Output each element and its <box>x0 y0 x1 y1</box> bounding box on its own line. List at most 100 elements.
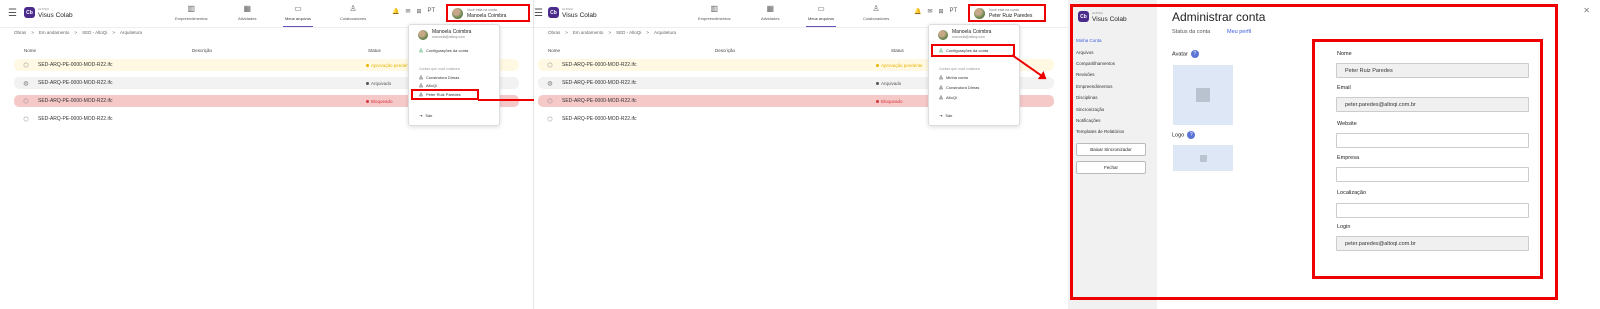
account-dropdown: Manoela Coimbra manoela@altoqi.com ⁂ Conf… <box>928 24 1020 126</box>
building-icon: ▥ <box>187 4 196 13</box>
account-settings-item[interactable]: ⁂ Configurações da conta <box>931 44 1015 57</box>
file-name: SED-ARQ-PE-0000-MOD-R22.ifc <box>38 62 113 68</box>
account-name: Peter Ruiz Paredes <box>989 13 1033 19</box>
crumb-obras[interactable]: Obras <box>14 30 26 35</box>
logo-mark: Cb <box>24 7 35 18</box>
crumb-project[interactable]: SED - AltoQi <box>616 30 641 35</box>
app-logo[interactable]: Cb ALTOQI Visus Colab <box>24 6 73 19</box>
calendar-icon: ▦ <box>766 4 775 13</box>
folder-icon: ▭ <box>294 4 302 13</box>
annotation-frame <box>1312 39 1543 279</box>
status-badge: Aprovação pendente <box>876 63 923 68</box>
account-icon: ⁂ <box>419 92 423 97</box>
bell-icon[interactable]: 🔔 <box>392 8 399 15</box>
model-file-icon: ⬡ <box>23 98 29 105</box>
calendar-icon: ▦ <box>243 4 252 13</box>
users-icon: ♙ <box>872 4 880 13</box>
logout-icon: ⇥ <box>419 113 423 118</box>
logo-name: Visus Colab <box>562 12 597 19</box>
screen-step-1: ☰ Cb ALTOQI Visus Colab ▥ Empreendimentos… <box>0 0 534 309</box>
logo-name: Visus Colab <box>38 12 73 19</box>
language-selector[interactable]: PT <box>950 8 958 15</box>
settings-icon: ⁂ <box>939 48 943 53</box>
user-email: manoela@altoqi.com <box>952 35 985 39</box>
col-name[interactable]: Nome <box>24 48 36 53</box>
col-desc[interactable]: Descrição <box>192 48 212 53</box>
account-name: Manoela Coimbra <box>467 13 507 19</box>
crumb-arquitetura[interactable]: Arquitetura <box>120 30 142 35</box>
breadcrumb: Obras > Em andamento > SED - AltoQi > Ar… <box>548 30 676 35</box>
nav-empreendimentos[interactable]: ▥ Empreendimentos <box>698 4 730 21</box>
status-badge: Bloqueado <box>876 99 903 104</box>
nav-empreendimentos[interactable]: ▥ Empreendimentos <box>175 4 207 21</box>
crumb-arquitetura[interactable]: Arquitetura <box>654 30 676 35</box>
nav-colaboradores[interactable]: ♙ Colaboradores <box>340 4 366 21</box>
file-name: SED-ARQ-PE-0000-MOD-R22.ifc <box>562 116 637 122</box>
logout-item[interactable]: ⇥ Sair <box>939 113 952 118</box>
file-name: SED-ARQ-PE-0000-MOD-R22.ifc <box>562 80 637 86</box>
status-badge: Bloqueado <box>366 99 393 104</box>
close-icon[interactable]: ✕ <box>1583 6 1590 15</box>
building-icon: ▥ <box>710 4 719 13</box>
model-file-icon: ⬡ <box>547 98 553 105</box>
avatar <box>418 30 428 40</box>
status-badge: Arquivado <box>366 81 391 86</box>
file-name: SED-ARQ-PE-0000-MOD-R22.ifc <box>38 98 113 104</box>
globe-file-icon: ◍ <box>547 80 553 87</box>
account-item[interactable]: ⁂ AltoQi <box>419 83 437 88</box>
breadcrumb: Obras > Em andamento > SED - AltoQi > Ar… <box>14 30 142 35</box>
logout-item[interactable]: ⇥ Sair <box>419 113 432 118</box>
col-status[interactable]: Status <box>891 48 904 53</box>
notification-icon[interactable]: ✉ <box>405 8 410 15</box>
account-switcher[interactable]: Você está na conta Manoela Coimbra <box>446 4 530 22</box>
menu-icon[interactable]: ☰ <box>534 8 543 19</box>
account-icon: ⁂ <box>939 85 943 90</box>
nav-meus-arquivos[interactable]: ▭ Meus arquivos <box>282 4 314 27</box>
account-icon: ⁂ <box>419 75 423 80</box>
notification-icon[interactable]: ✉ <box>927 8 932 15</box>
users-icon: ♙ <box>349 4 357 13</box>
file-name: SED-ARQ-PE-0000-MOD-R22.ifc <box>38 116 113 122</box>
globe-file-icon: ◍ <box>23 80 29 87</box>
col-desc[interactable]: Descrição <box>715 48 735 53</box>
apps-icon[interactable]: ⊞ <box>417 8 422 15</box>
crumb-project[interactable]: SED - AltoQi <box>82 30 107 35</box>
crumb-obras[interactable]: Obras <box>548 30 560 35</box>
account-settings-item[interactable]: ⁂ Configurações da conta <box>419 48 468 53</box>
account-item[interactable]: ⁂ Minha conta <box>939 75 968 80</box>
model-file-icon: ⬡ <box>23 116 29 123</box>
col-name[interactable]: Nome <box>548 48 560 53</box>
bell-icon[interactable]: 🔔 <box>914 8 921 15</box>
screen-step-3: Cb ALTOQI Visus Colab Minha Conta Arquiv… <box>1068 0 1600 309</box>
account-item[interactable]: ⁂ Construtora Dimas <box>419 75 459 80</box>
file-name: SED-ARQ-PE-0000-MOD-R22.ifc <box>562 62 637 68</box>
model-file-icon: ⬡ <box>547 62 553 69</box>
account-icon: ⁂ <box>419 83 423 88</box>
model-file-icon: ⬡ <box>23 62 29 69</box>
menu-icon[interactable]: ☰ <box>8 8 17 19</box>
nav-meus-arquivos[interactable]: ▭ Meus arquivos <box>805 4 837 27</box>
nav-colaboradores[interactable]: ♙ Colaboradores <box>863 4 889 21</box>
account-icon: ⁂ <box>939 75 943 80</box>
crumb-em-andamento[interactable]: Em andamento <box>39 30 70 35</box>
file-name: SED-ARQ-PE-0000-MOD-R22.ifc <box>38 80 113 86</box>
nav-atividades[interactable]: ▦ Atividades <box>761 4 779 21</box>
avatar <box>452 7 463 19</box>
apps-icon[interactable]: ⊞ <box>939 8 944 15</box>
crumb-em-andamento[interactable]: Em andamento <box>573 30 604 35</box>
model-file-icon: ⬡ <box>547 116 553 123</box>
section-label: Contas que você colabora <box>939 67 980 71</box>
app-logo[interactable]: Cb ALTOQI Visus Colab <box>548 6 597 19</box>
account-icon: ⁂ <box>939 95 943 100</box>
col-status[interactable]: Status <box>368 48 381 53</box>
nav-atividades[interactable]: ▦ Atividades <box>238 4 256 21</box>
account-switcher[interactable]: Você está na conta Peter Ruiz Paredes <box>968 4 1046 22</box>
language-selector[interactable]: PT <box>428 8 436 15</box>
avatar <box>938 30 948 40</box>
account-item[interactable]: ⁂ Construtora Dimas <box>939 85 979 90</box>
folder-icon: ▭ <box>817 4 825 13</box>
settings-icon: ⁂ <box>419 48 423 53</box>
logo-mark: Cb <box>548 7 559 18</box>
account-item-selected[interactable]: ⁂ Peter Ruiz Paredes <box>411 89 479 100</box>
account-item[interactable]: ⁂ AltoQi <box>939 95 957 100</box>
